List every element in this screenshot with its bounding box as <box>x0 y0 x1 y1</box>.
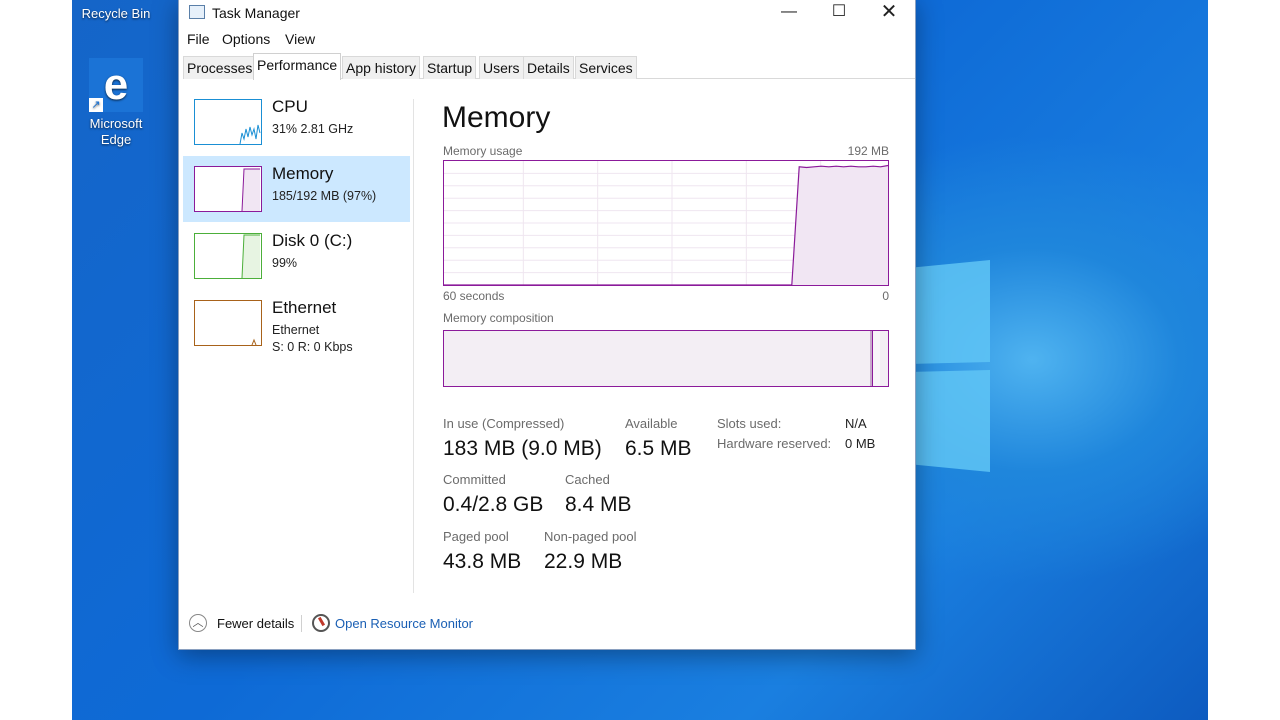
paged-pool-label: Paged pool <box>443 529 509 544</box>
sidebar-cpu-sub: 31% 2.81 GHz <box>272 122 354 136</box>
performance-sidebar: CPU 31% 2.81 GHz Memory 185/192 MB (97%) <box>183 89 411 589</box>
hardware-reserved-value: 0 MB <box>845 436 876 451</box>
cached-value: 8.4 MB <box>565 493 632 516</box>
x-axis-start: 60 seconds <box>443 289 505 303</box>
sidebar-ethernet-rate: S: 0 R: 0 Kbps <box>272 340 353 354</box>
in-use-label: In use (Compressed) <box>443 416 565 431</box>
sidebar-disk-title: Disk 0 (C:) <box>272 231 353 250</box>
ethernet-thumbnail-graph <box>194 300 262 346</box>
window-title: Task Manager <box>212 5 300 21</box>
page-title: Memory <box>442 101 551 134</box>
committed-value: 0.4/2.8 GB <box>443 493 544 516</box>
sidebar-item-cpu[interactable]: CPU 31% 2.81 GHz <box>183 89 410 155</box>
tab-services[interactable]: Services <box>575 56 637 79</box>
close-button[interactable]: ✕ <box>866 0 912 27</box>
tab-processes[interactable]: Processes <box>183 56 257 79</box>
memory-usage-chart <box>443 160 889 286</box>
committed-label: Committed <box>443 472 506 487</box>
memory-composition-label: Memory composition <box>443 311 554 325</box>
task-manager-window: Task Manager — ☐ ✕ File Options View Pro… <box>178 0 916 650</box>
shortcut-arrow-icon: ↗ <box>89 98 103 112</box>
chevron-up-icon[interactable]: ︿ <box>189 614 207 632</box>
screen: Recycle Bin e ↗ Microsoft Edge Task Manag… <box>0 0 1280 720</box>
available-label: Available <box>625 416 678 431</box>
cached-label: Cached <box>565 472 610 487</box>
sidebar-item-disk[interactable]: Disk 0 (C:) 99% <box>183 223 410 289</box>
cpu-thumbnail-graph <box>194 99 262 145</box>
panel-divider <box>413 99 414 593</box>
available-value: 6.5 MB <box>625 437 692 460</box>
recycle-bin-label: Recycle Bin <box>81 6 151 21</box>
edge-label-line1: Microsoft <box>89 116 143 131</box>
sidebar-ethernet-sub: Ethernet S: 0 R: 0 Kbps <box>272 322 353 356</box>
menu-options[interactable]: Options <box>222 31 270 47</box>
maximize-button[interactable]: ☐ <box>816 0 862 27</box>
memory-composition-bar <box>443 330 889 387</box>
resource-monitor-icon[interactable] <box>312 614 330 632</box>
sidebar-ethernet-adapter: Ethernet <box>272 323 320 337</box>
memory-usage-max: 192 MB <box>847 144 889 158</box>
sidebar-ethernet-title: Ethernet <box>272 298 337 317</box>
minimize-button[interactable]: — <box>766 0 812 27</box>
non-paged-pool-value: 22.9 MB <box>544 550 623 573</box>
tab-startup[interactable]: Startup <box>423 56 477 79</box>
in-use-value: 183 MB (9.0 MB) <box>443 437 602 460</box>
paged-pool-value: 43.8 MB <box>443 550 522 573</box>
tab-performance[interactable]: Performance <box>253 53 342 80</box>
composition-standby-segment <box>872 331 880 386</box>
sidebar-item-ethernet[interactable]: Ethernet Ethernet S: 0 R: 0 Kbps <box>183 290 410 356</box>
memory-thumbnail-graph <box>194 166 262 212</box>
disk-thumbnail-graph <box>194 233 262 279</box>
edge-label-line2: Edge <box>100 132 132 147</box>
slots-used-label: Slots used: <box>717 416 782 431</box>
menu-view[interactable]: View <box>285 31 315 47</box>
footer-divider <box>301 615 302 632</box>
tab-details[interactable]: Details <box>523 56 574 79</box>
sidebar-memory-sub: 185/192 MB (97%) <box>272 189 377 203</box>
menu-file[interactable]: File <box>187 31 210 47</box>
tab-app-history[interactable]: App history <box>342 56 421 79</box>
open-resource-monitor-link[interactable]: Open Resource Monitor <box>335 616 473 631</box>
tab-users[interactable]: Users <box>479 56 524 79</box>
memory-usage-label: Memory usage <box>443 144 523 158</box>
fewer-details-button[interactable]: Fewer details <box>217 616 294 631</box>
windows-logo-wallpaper <box>908 260 990 472</box>
x-axis-end: 0 <box>882 289 889 303</box>
slots-used-value: N/A <box>845 416 867 431</box>
edge-icon: e ↗ <box>89 58 143 112</box>
sidebar-memory-title: Memory <box>272 164 334 183</box>
sidebar-item-memory[interactable]: Memory 185/192 MB (97%) <box>183 156 410 222</box>
tab-bar: Processes Performance App history Startu… <box>183 53 915 80</box>
task-manager-icon <box>189 5 205 19</box>
hardware-reserved-label: Hardware reserved: <box>717 436 832 451</box>
title-bar[interactable]: Task Manager — ☐ ✕ <box>179 0 915 27</box>
recycle-bin-icon[interactable]: Recycle Bin <box>76 6 156 22</box>
sidebar-cpu-title: CPU <box>272 97 308 116</box>
edge-desktop-icon[interactable]: e ↗ Microsoft Edge <box>78 58 154 148</box>
sidebar-disk-sub: 99% <box>272 256 298 270</box>
non-paged-pool-label: Non-paged pool <box>544 529 637 544</box>
